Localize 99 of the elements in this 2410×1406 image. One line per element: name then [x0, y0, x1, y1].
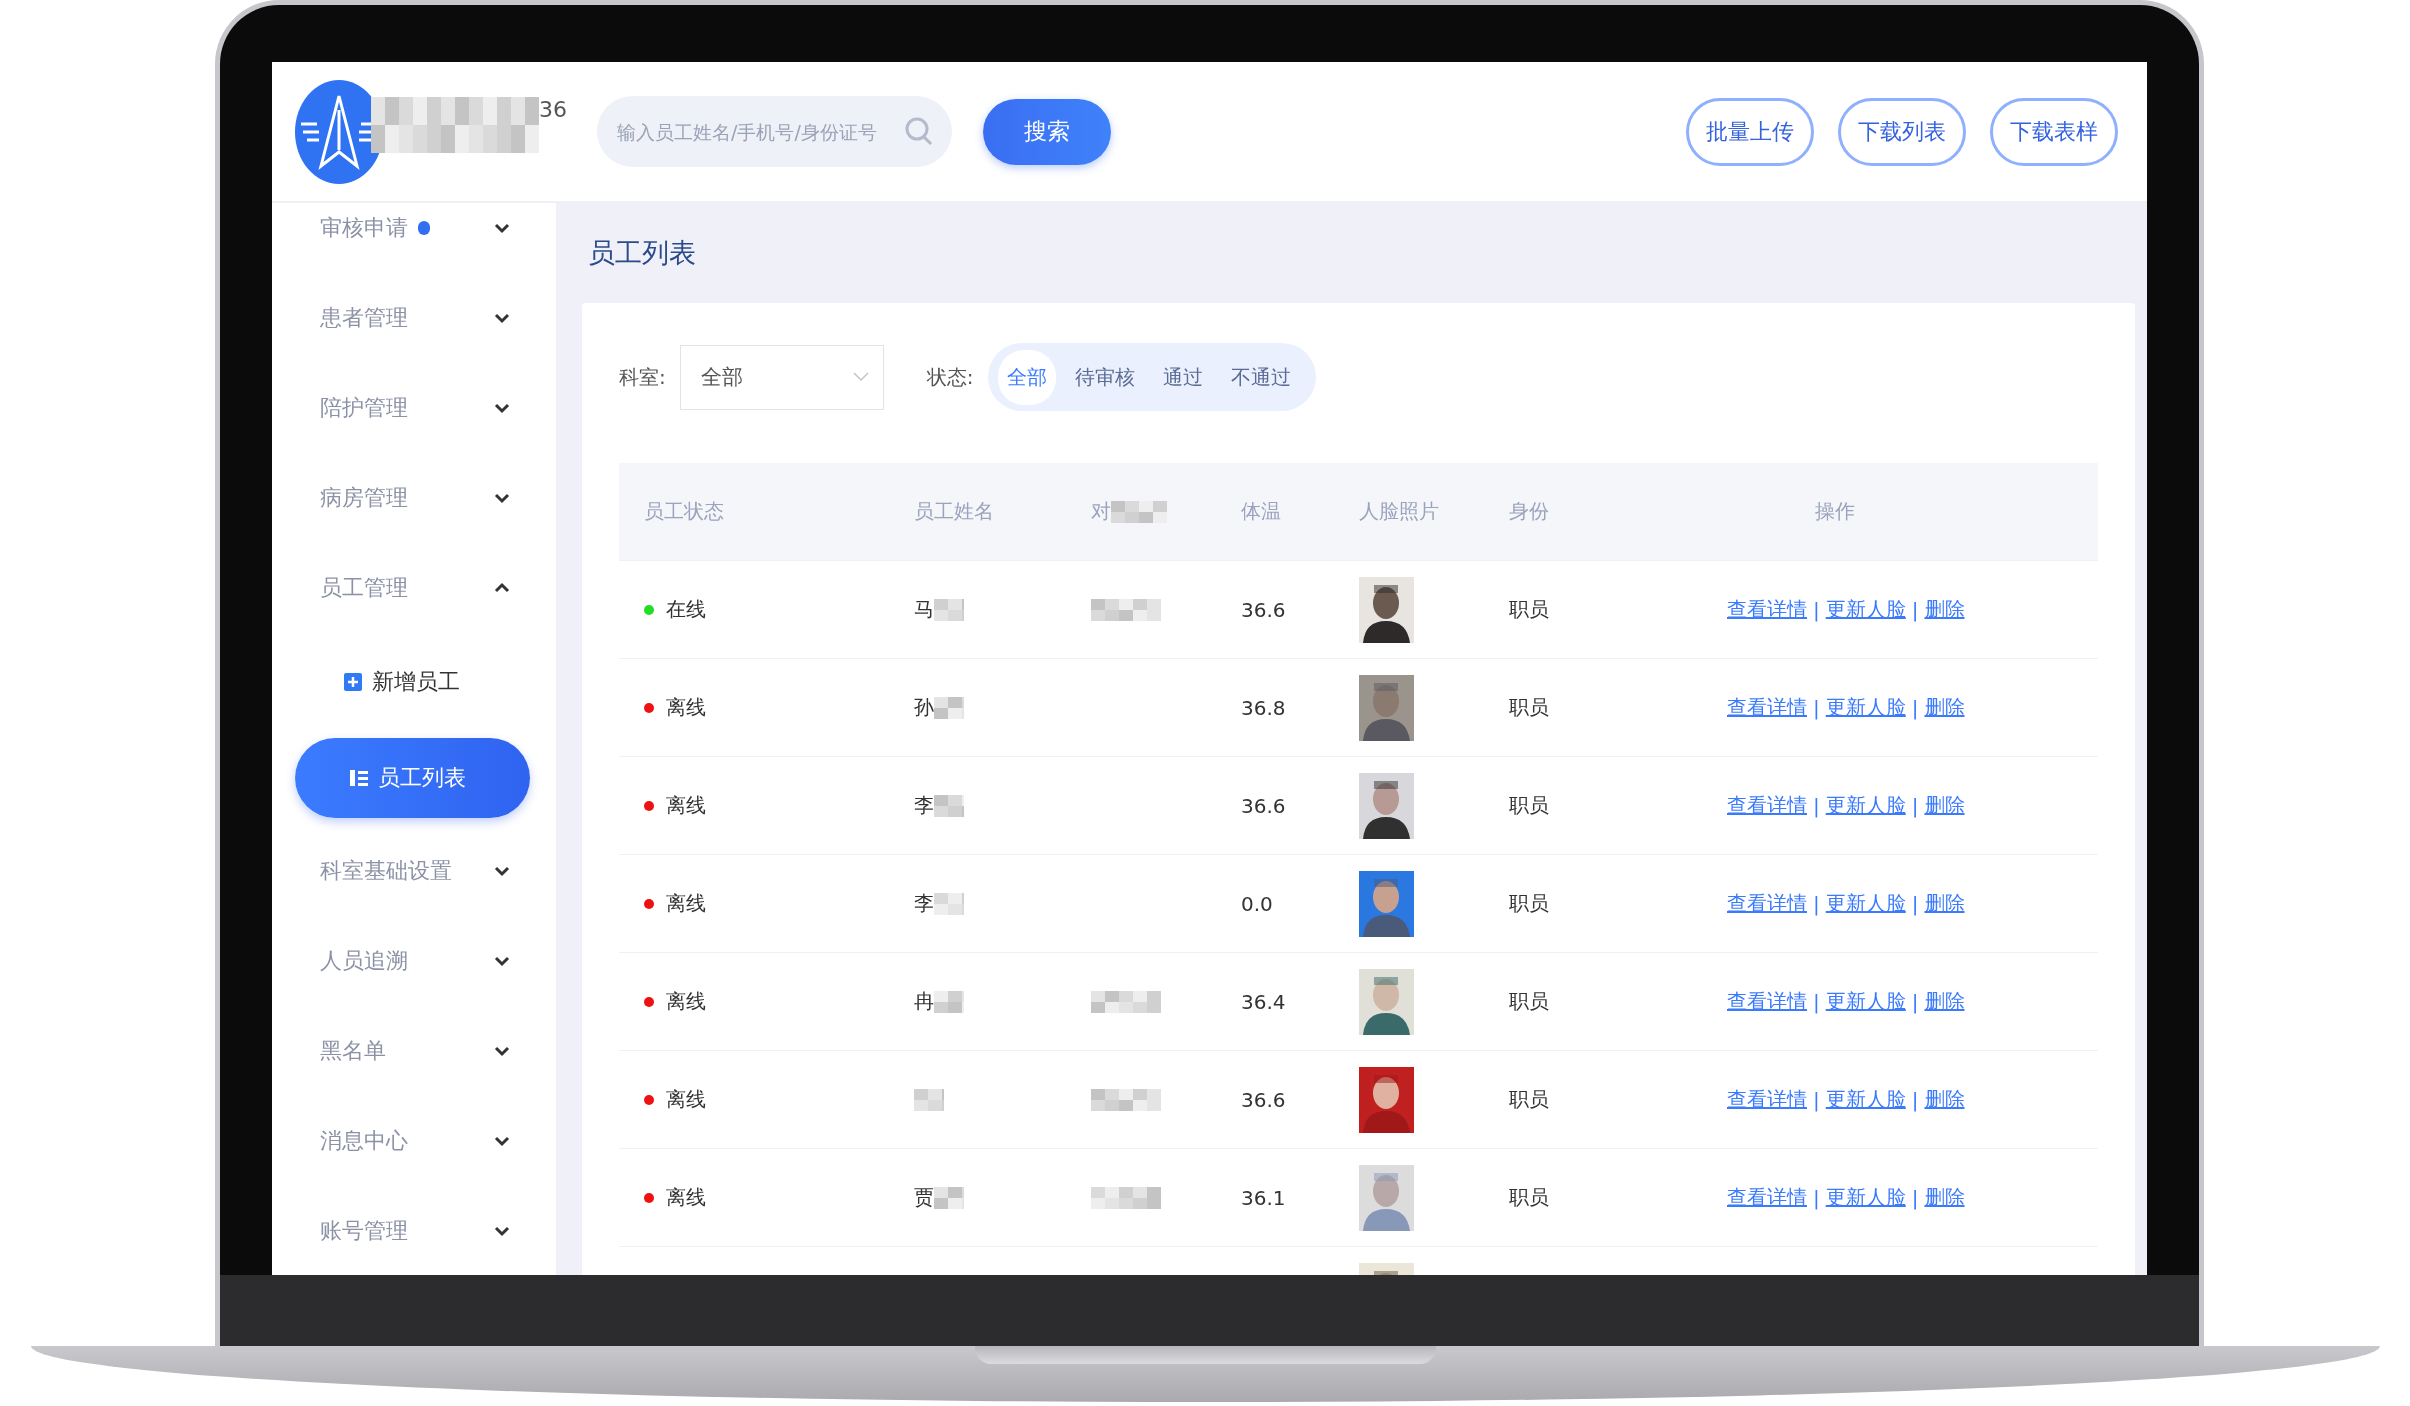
status-text: 在线 [666, 596, 706, 623]
separator-text: | [1911, 597, 1919, 622]
action-link[interactable]: 删除 [1924, 1184, 1965, 1211]
status-text: 离线 [666, 988, 706, 1015]
list-icon [350, 769, 368, 787]
department-select[interactable]: 全部 [679, 344, 884, 410]
temperature-value: 36.1 [1241, 1185, 1286, 1210]
action-button[interactable]: 下载列表 [1838, 97, 1966, 166]
separator-text: | [1911, 1185, 1919, 1210]
temperature-value: 36.6 [1241, 597, 1286, 622]
action-link[interactable]: 删除 [1924, 1086, 1965, 1113]
role-text: 职员 [1509, 596, 1549, 623]
status-option[interactable]: 待审核 [1065, 349, 1144, 405]
employee-name: 李 [914, 890, 934, 917]
action-link[interactable]: 查看详情 [1727, 694, 1807, 721]
separator-text: | [1813, 793, 1820, 818]
status-text: 离线 [666, 792, 706, 819]
action-link[interactable]: 查看详情 [1727, 596, 1807, 623]
plus-square-icon [344, 672, 362, 691]
page-title: 员工列表 [587, 236, 697, 270]
status-text: 离线 [666, 1086, 706, 1113]
status-text: 离线 [666, 1184, 706, 1211]
status-option[interactable]: 全部 [997, 349, 1056, 405]
role-text: 职员 [1509, 1086, 1549, 1113]
action-link[interactable]: 更新人脸 [1825, 792, 1906, 819]
brand-text: 36 [539, 96, 567, 122]
separator-text: | [1813, 989, 1820, 1014]
employee-name: 马 [914, 596, 934, 623]
action-link[interactable]: 删除 [1924, 596, 1965, 623]
column-header: 身份 [1509, 498, 1549, 525]
status-text: 离线 [666, 694, 706, 721]
action-link[interactable]: 删除 [1924, 890, 1965, 917]
separator-text: | [1911, 793, 1919, 818]
separator-text: | [1813, 1087, 1820, 1112]
sidebar-item[interactable]: 人员追溯 [272, 916, 556, 1006]
sidebar-item[interactable]: 审核申请 [272, 203, 556, 273]
chevron-icon [852, 372, 869, 382]
sidebar-subitem[interactable]: 员工列表 [295, 738, 530, 818]
temperature-value: 36.8 [1241, 695, 1286, 720]
status-text: 离线 [666, 890, 706, 917]
temperature-value: 36.6 [1241, 1087, 1286, 1112]
sidebar-item[interactable]: 员工管理 [272, 543, 556, 633]
employee-name: 李 [914, 792, 934, 819]
column-header: 员工状态 [644, 498, 724, 525]
separator-text: | [1813, 1185, 1820, 1210]
action-link[interactable]: 查看详情 [1727, 890, 1807, 917]
action-link[interactable]: 查看详情 [1727, 988, 1807, 1015]
filter-label: 状态: [926, 363, 974, 391]
status-option[interactable]: 不通过 [1221, 349, 1300, 405]
role-text: 职员 [1509, 792, 1549, 819]
employee-name: 冉 [914, 988, 934, 1015]
sidebar-item[interactable]: 病房管理 [272, 453, 556, 543]
action-button[interactable]: 批量上传 [1686, 97, 1814, 166]
separator-text: | [1911, 1087, 1919, 1112]
employee-name: 贾 [914, 1184, 934, 1211]
sidebar-item[interactable]: 黑名单 [272, 1006, 556, 1096]
role-text: 职员 [1509, 694, 1549, 721]
sidebar-item[interactable]: 科室基础设置 [272, 826, 556, 916]
column-header: 体温 [1241, 498, 1281, 525]
action-link[interactable]: 更新人脸 [1825, 988, 1906, 1015]
column-header: 对 [1091, 498, 1111, 525]
temperature-value: 0.0 [1241, 891, 1273, 916]
filter-label: 科室: [619, 363, 666, 391]
sidebar-item[interactable]: 患者管理 [272, 273, 556, 363]
action-link[interactable]: 更新人脸 [1825, 1086, 1906, 1113]
temperature-value: 36.6 [1241, 793, 1286, 818]
sidebar-item[interactable]: 消息中心 [272, 1096, 556, 1186]
action-link[interactable]: 更新人脸 [1825, 596, 1906, 623]
temperature-value: 36.4 [1241, 989, 1286, 1014]
action-link[interactable]: 更新人脸 [1825, 1184, 1906, 1211]
action-link[interactable]: 查看详情 [1727, 1086, 1807, 1113]
separator-text: | [1813, 891, 1820, 916]
sidebar-subitem[interactable]: 新增员工 [272, 633, 556, 730]
action-link[interactable]: 查看详情 [1727, 792, 1807, 819]
status-option[interactable]: 通过 [1153, 349, 1212, 405]
column-header: 人脸照片 [1359, 498, 1439, 525]
separator-text: | [1911, 891, 1919, 916]
role-text: 职员 [1509, 1184, 1549, 1211]
search-button[interactable]: 搜索 [983, 98, 1111, 165]
separator-text: | [1813, 597, 1820, 622]
role-text: 职员 [1509, 988, 1549, 1015]
employee-name: 孙 [914, 694, 934, 721]
action-button[interactable]: 下载表样 [1990, 97, 2118, 166]
search-icon [904, 116, 934, 146]
separator-text: | [1911, 989, 1919, 1014]
sidebar-item[interactable]: 陪护管理 [272, 363, 556, 453]
action-link[interactable]: 删除 [1924, 792, 1965, 819]
role-text: 职员 [1509, 890, 1549, 917]
column-header: 员工姓名 [914, 498, 994, 525]
search-field[interactable]: 输入员工姓名/手机号/身份证号 [597, 96, 952, 167]
action-link[interactable]: 更新人脸 [1825, 890, 1906, 917]
separator-text: | [1911, 695, 1919, 720]
column-header: 操作 [1815, 498, 1855, 525]
action-link[interactable]: 查看详情 [1727, 1184, 1807, 1211]
action-link[interactable]: 删除 [1924, 988, 1965, 1015]
action-link[interactable]: 更新人脸 [1825, 694, 1906, 721]
sidebar-item[interactable]: 账号管理 [272, 1186, 556, 1275]
separator-text: | [1813, 695, 1820, 720]
action-link[interactable]: 删除 [1924, 694, 1965, 721]
